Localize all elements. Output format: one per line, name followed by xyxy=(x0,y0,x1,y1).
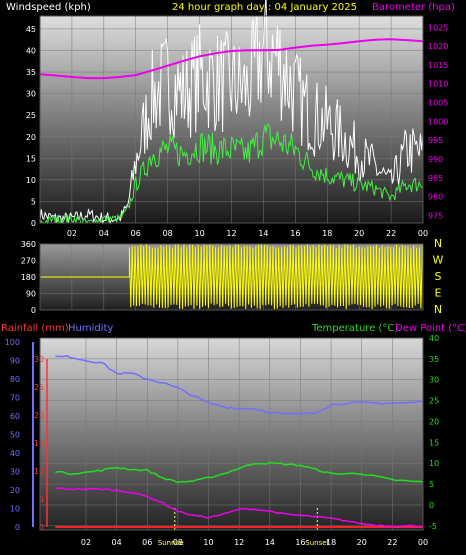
humidity-y-tick: 100 xyxy=(5,338,20,347)
humidity-y-tick: 40 xyxy=(10,449,20,458)
rainfall-label: Rainfall (mm) xyxy=(1,323,69,334)
temp-y-tick: 40 xyxy=(429,334,439,343)
baro-y-tick: 1015 xyxy=(428,61,448,70)
temp-x-tick: 10 xyxy=(203,538,213,547)
wind-x-tick: 00 xyxy=(418,229,428,238)
wind-y-tick: 10 xyxy=(26,176,36,185)
baro-y-tick: 975 xyxy=(428,211,443,220)
dir-y-tick: 360 xyxy=(21,240,36,249)
temp-y-tick: 30 xyxy=(429,376,439,385)
humidity-y-tick: 70 xyxy=(10,394,20,403)
compass-label: E xyxy=(435,287,442,300)
sunset-label: Sunset xyxy=(305,539,329,547)
baro-y-tick: 985 xyxy=(428,174,443,183)
wind-x-tick: 04 xyxy=(99,229,109,238)
wind-y-tick: 30 xyxy=(26,90,36,99)
wind-x-tick: 22 xyxy=(386,229,396,238)
dir-y-tick: 270 xyxy=(21,257,36,266)
temp-x-tick: 12 xyxy=(234,538,244,547)
weather-graph: Windspeed (kph) 24 hour graph day : 04 J… xyxy=(0,0,466,555)
temp-y-tick: 25 xyxy=(429,397,439,406)
baro-y-tick: 1000 xyxy=(428,117,448,126)
temp-plot-area xyxy=(40,338,423,530)
compass-label: W xyxy=(433,254,444,267)
temp-y-tick: 20 xyxy=(429,417,439,426)
header-left: Windspeed (kph) xyxy=(6,2,91,13)
wind-y-tick: 5 xyxy=(31,197,36,206)
baro-y-tick: 1020 xyxy=(428,42,448,51)
wind-x-tick: 06 xyxy=(131,229,141,238)
humidity-y-tick: 0 xyxy=(15,523,20,532)
baro-y-tick: 980 xyxy=(428,193,443,202)
rain-y-tick: 25 xyxy=(34,383,44,392)
wind-x-tick: 16 xyxy=(290,229,300,238)
baro-y-tick: 1010 xyxy=(428,80,448,89)
temp-x-tick: 02 xyxy=(81,538,91,547)
humidity-y-tick: 20 xyxy=(10,486,20,495)
compass-label: N xyxy=(434,237,442,250)
wind-y-tick: 15 xyxy=(26,154,36,163)
temp-x-tick: 06 xyxy=(142,538,152,547)
wind-x-tick: 14 xyxy=(258,229,268,238)
humidity-label: Humidity xyxy=(68,323,113,334)
wind-x-tick: 10 xyxy=(194,229,204,238)
temp-x-tick: 14 xyxy=(265,538,275,547)
temp-x-tick: 04 xyxy=(112,538,122,547)
sunrise-label: Sunrise xyxy=(158,539,184,547)
wind-x-tick: 02 xyxy=(67,229,77,238)
wind-y-tick: 0 xyxy=(31,219,36,228)
baro-y-tick: 995 xyxy=(428,136,443,145)
baro-y-tick: 1005 xyxy=(428,99,448,108)
wind-y-tick: 45 xyxy=(26,25,36,34)
graph-canvas: Windspeed (kph) 24 hour graph day : 04 J… xyxy=(1,0,466,547)
wind-y-tick: 25 xyxy=(26,111,36,120)
temp-x-tick: 00 xyxy=(418,538,428,547)
temp-x-tick: 22 xyxy=(387,538,397,547)
humidity-y-tick: 10 xyxy=(10,505,20,514)
humidity-y-tick: 60 xyxy=(10,412,20,421)
dir-y-tick: 180 xyxy=(21,273,36,282)
wind-x-tick: 20 xyxy=(354,229,364,238)
baro-y-tick: 990 xyxy=(428,155,443,164)
wind-x-tick: 12 xyxy=(226,229,236,238)
humidity-y-tick: 90 xyxy=(10,357,20,366)
dir-y-tick: 0 xyxy=(31,306,36,315)
humidity-y-tick: 80 xyxy=(10,375,20,384)
temp-y-tick: 5 xyxy=(429,480,434,489)
humidity-y-tick: 30 xyxy=(10,468,20,477)
wind-x-tick: 08 xyxy=(163,229,173,238)
header-right: Barometer (hpa) xyxy=(372,2,455,13)
temp-y-tick: -5 xyxy=(429,522,437,531)
wind-y-tick: 20 xyxy=(26,133,36,142)
temp-y-tick: 0 xyxy=(429,501,434,510)
rain-y-tick: 20 xyxy=(34,411,44,420)
temp-y-tick: 35 xyxy=(429,355,439,364)
compass-label: N xyxy=(434,303,442,316)
dir-y-tick: 90 xyxy=(26,290,36,299)
wind-y-tick: 35 xyxy=(26,68,36,77)
baro-y-tick: 1025 xyxy=(428,23,448,32)
temp-x-tick: 16 xyxy=(295,538,305,547)
rain-y-tick: 15 xyxy=(34,439,44,448)
dewpoint-label: Dew Point (°C) xyxy=(395,323,466,334)
wind-x-tick: 18 xyxy=(322,229,332,238)
humidity-y-tick: 50 xyxy=(10,431,20,440)
temp-y-tick: 10 xyxy=(429,459,439,468)
temp-x-tick: 20 xyxy=(357,538,367,547)
wind-y-tick: 40 xyxy=(26,47,36,56)
compass-label: S xyxy=(435,270,442,283)
rain-y-tick: 10 xyxy=(34,467,44,476)
temp-y-tick: 15 xyxy=(429,438,439,447)
temperature-label: Temperature (°C) xyxy=(311,323,398,334)
rain-y-tick: 30 xyxy=(34,355,44,364)
